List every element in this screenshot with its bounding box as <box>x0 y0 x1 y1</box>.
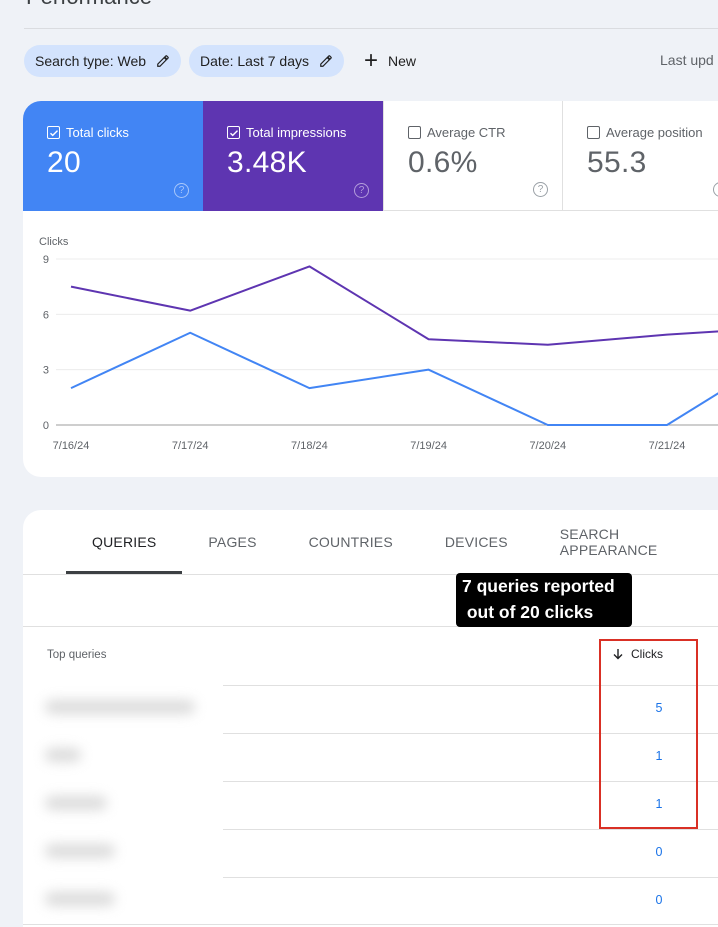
clicks-cell: 0 <box>655 845 663 859</box>
x-tick-label: 7/21/24 <box>649 440 686 452</box>
metric-value: 55.3 <box>587 146 647 179</box>
table-header: Top queries Clicks <box>23 627 718 685</box>
date-filter-chip[interactable]: Date: Last 7 days <box>189 45 344 77</box>
table-row[interactable]: 0 <box>45 877 718 925</box>
tab-devices[interactable]: DEVICES <box>419 510 534 574</box>
tab-queries[interactable]: QUERIES <box>66 510 183 574</box>
help-icon[interactable]: ? <box>174 183 189 198</box>
metric-card-average-position[interactable]: Average position 55.3 ? <box>563 101 718 211</box>
clicks-cell: 5 <box>655 701 663 715</box>
clicks-cell: 0 <box>655 893 663 907</box>
table-row[interactable]: 1 <box>45 733 718 781</box>
plus-icon: + <box>363 47 378 74</box>
query-cell-redacted <box>45 892 115 906</box>
query-cell-redacted <box>45 748 81 762</box>
column-header-top-queries[interactable]: Top queries <box>47 649 106 661</box>
performance-line-chart[interactable]: Clicks 0 3 6 9 7/16/24 7/17/24 7/18/24 7/19/24… <box>23 211 718 477</box>
page-title: Performance <box>26 0 152 10</box>
metric-value: 3.48K <box>227 146 307 179</box>
title-divider <box>24 28 718 29</box>
new-filter-label: New <box>388 53 417 69</box>
table-body: 5 1 1 0 0 <box>23 685 718 925</box>
checkbox-unchecked-icon[interactable] <box>408 126 421 139</box>
chip-label: Date: Last 7 days <box>200 53 309 69</box>
clicks-cell: 1 <box>655 797 663 811</box>
y-tick-label: 0 <box>43 420 49 432</box>
sort-descending-arrow-icon <box>613 649 623 660</box>
metric-value: 0.6% <box>408 146 478 179</box>
checkbox-checked-icon[interactable] <box>227 126 240 139</box>
help-icon[interactable]: ? <box>354 183 369 198</box>
table-bottom-divider <box>23 924 718 925</box>
column-header-label: Clicks <box>631 647 663 661</box>
table-row[interactable]: 1 <box>45 781 718 829</box>
table-row[interactable]: 0 <box>45 829 718 877</box>
x-tick-label: 7/18/24 <box>291 440 328 452</box>
clicks-series-line <box>70 331 718 426</box>
metric-value: 20 <box>47 146 81 179</box>
search-type-filter-chip[interactable]: Search type: Web <box>24 45 182 77</box>
dimension-tabs: QUERIES PAGES COUNTRIES DEVICES SEARCH A… <box>66 510 718 574</box>
query-cell-redacted <box>45 700 195 714</box>
chip-label: Search type: Web <box>35 53 147 69</box>
y-axis-title: Clicks <box>39 236 69 248</box>
metric-card-total-impressions[interactable]: Total impressions 3.48K ? <box>203 101 383 211</box>
checkbox-checked-icon[interactable] <box>47 126 60 139</box>
metric-label: Average position <box>606 125 703 140</box>
query-cell-redacted <box>45 844 115 858</box>
x-tick-label: 7/20/24 <box>529 440 566 452</box>
metric-card-total-clicks[interactable]: Total clicks 20 ? <box>23 101 203 211</box>
x-tick-label: 7/16/24 <box>53 440 90 452</box>
table-row[interactable]: 5 <box>45 685 718 733</box>
new-filter-button[interactable]: + New <box>356 45 424 77</box>
tab-pages[interactable]: PAGES <box>182 510 282 574</box>
column-header-clicks[interactable]: Clicks <box>612 647 663 661</box>
last-updated-text: Last upd <box>660 52 714 68</box>
metric-card-average-ctr[interactable]: Average CTR 0.6% ? <box>383 101 563 211</box>
pencil-icon <box>320 55 332 67</box>
help-icon[interactable]: ? <box>533 182 548 197</box>
pencil-icon <box>157 55 169 67</box>
clicks-cell: 1 <box>655 749 663 763</box>
checkbox-unchecked-icon[interactable] <box>587 126 600 139</box>
metric-label: Total impressions <box>246 125 347 140</box>
annotation-callout: 7 queries reported out of 20 clicks <box>456 573 632 627</box>
tab-countries[interactable]: COUNTRIES <box>283 510 419 574</box>
metric-label: Average CTR <box>427 125 506 140</box>
performance-chart-card: Clicks 0 3 6 9 7/16/24 7/17/24 7/18/24 7/19/24… <box>23 211 718 477</box>
metric-label: Total clicks <box>66 125 129 140</box>
report-table-card: QUERIES PAGES COUNTRIES DEVICES SEARCH A… <box>23 510 718 927</box>
y-tick-label: 9 <box>43 254 49 266</box>
tab-search-appearance[interactable]: SEARCH APPEARANCE <box>534 510 718 574</box>
filter-bar: Search type: Web Date: Last 7 days + New <box>24 45 424 77</box>
impressions-series-line <box>70 265 718 346</box>
query-cell-redacted <box>45 796 107 810</box>
help-icon[interactable]: ? <box>713 182 718 197</box>
metric-cards: Total clicks 20 ? Total impressions 3.48… <box>23 101 718 211</box>
y-tick-label: 3 <box>43 365 49 377</box>
y-tick-label: 6 <box>43 309 49 321</box>
x-tick-label: 7/17/24 <box>172 440 209 452</box>
x-tick-label: 7/19/24 <box>410 440 447 452</box>
